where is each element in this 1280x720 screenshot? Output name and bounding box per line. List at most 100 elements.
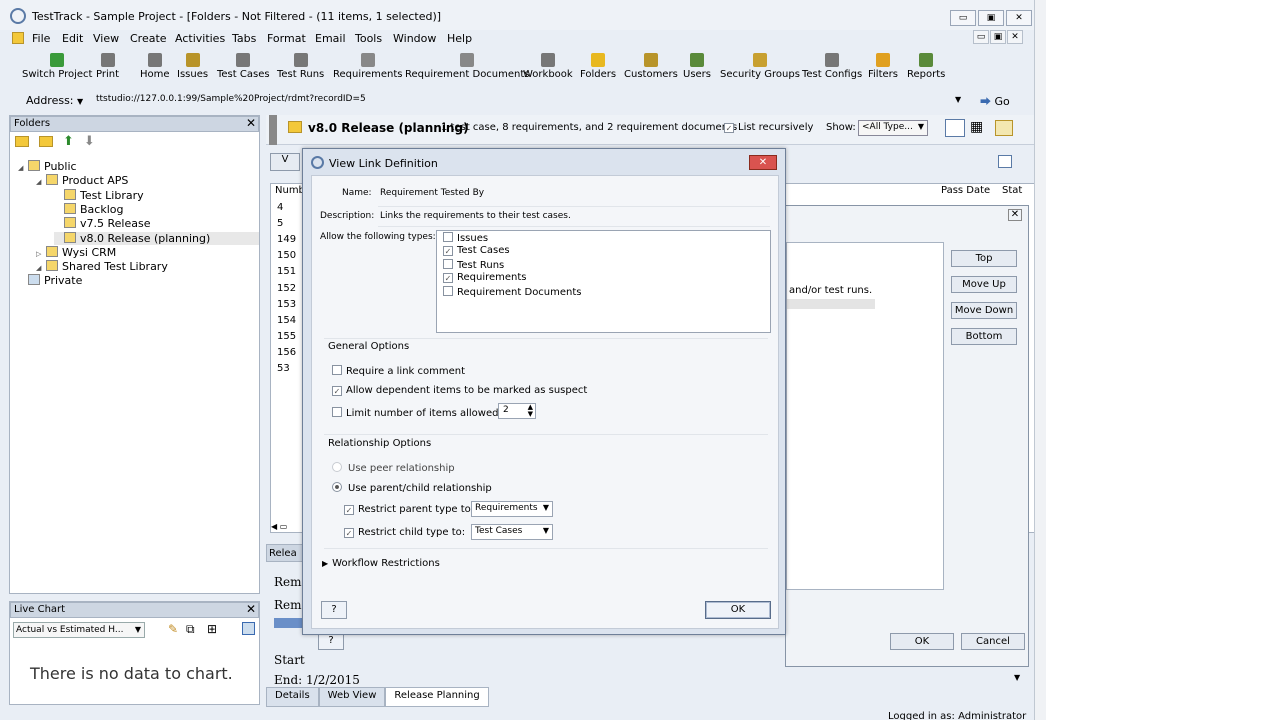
edit-chart-icon[interactable]: ✎ [168,622,178,636]
menu-format[interactable]: Format [267,32,306,45]
column-header-pass-date[interactable]: Pass Date [941,185,990,196]
folder-tree-item[interactable]: ◢ Public [18,160,77,173]
table-row-number[interactable]: 156 [277,347,296,358]
table-row-number[interactable]: 5 [277,218,283,229]
restrict-child-checkbox[interactable]: ✓ Restrict child type to: [344,527,465,538]
tab-web-view[interactable]: Web View [318,687,386,707]
table-row-number[interactable]: 149 [277,234,296,245]
menu-edit[interactable]: Edit [62,32,83,45]
toolbar-filters-button[interactable]: Filters [868,50,898,80]
bg-ok-button[interactable]: OK [890,633,954,650]
menu-create[interactable]: Create [130,32,167,45]
folder-tree-item[interactable]: Private [18,274,82,287]
limit-items-spinner[interactable]: 2 ▲ ▼ [498,403,536,419]
folder-options-icon[interactable] [39,136,53,147]
toolbar-security-groups-button[interactable]: Security Groups [720,50,800,80]
type-checkbox-issues[interactable]: Issues [443,232,488,244]
detail-view-icon[interactable] [995,120,1013,136]
menu-window[interactable]: Window [393,32,436,45]
toolbar-users-button[interactable]: Users [683,50,711,80]
expander-icon[interactable]: ◢ [36,264,46,272]
bottom-button[interactable]: Bottom [951,328,1017,345]
folder-tree-item[interactable]: Test Library [54,188,144,202]
require-link-comment-checkbox[interactable]: Require a link comment [332,365,465,377]
toolbar-switch-project-button[interactable]: Switch Project [22,50,92,80]
folder-tree-item[interactable]: Backlog [54,202,123,216]
restrict-parent-checkbox[interactable]: ✓ Restrict parent type to: [344,504,474,515]
move-up-arrow-icon[interactable]: ⬆ [63,135,74,148]
list-view-icon[interactable] [945,119,965,137]
limit-items-checkbox[interactable]: Limit number of items allowed to: [332,407,515,419]
splitter-handle[interactable] [269,115,277,145]
workflow-restrictions-expander[interactable]: ▶ Workflow Restrictions [322,558,440,569]
release-tab[interactable]: Relea [266,544,306,562]
folder-tree-item[interactable]: ▷ Wysi CRM [36,245,116,259]
move-down-arrow-icon[interactable]: ⬇ [84,135,95,148]
expander-icon[interactable]: ◢ [36,178,46,186]
maximize-button[interactable]: ▣ [978,10,1004,26]
go-button[interactable]: ⮕ Go [980,93,1010,109]
menu-activities[interactable]: Activities [175,32,225,45]
chart-options-icon[interactable]: ⊞ [207,622,217,636]
menu-email[interactable]: Email [315,32,346,45]
folders-close-icon[interactable]: ✕ [246,116,256,130]
type-checkbox-requirements[interactable]: ✓ Requirements [443,272,527,284]
toolbar-test-runs-button[interactable]: Test Runs [277,50,324,80]
view-button[interactable]: V [270,153,300,171]
expander-icon[interactable]: ▷ [36,250,46,258]
scroll-left-icon[interactable]: ◀ ▭ [271,522,301,534]
menu-tools[interactable]: Tools [355,32,382,45]
bg-help-button[interactable]: ? [318,634,344,650]
type-checkbox-test-cases[interactable]: ✓ Test Cases [443,245,510,257]
restrict-child-select[interactable]: Test Cases ▼ [471,524,553,540]
table-row-number[interactable]: 151 [277,266,296,277]
toolbar-workbook-button[interactable]: Workbook [523,50,573,80]
toolbar-test-configs-button[interactable]: Test Configs [802,50,862,80]
chart-type-select[interactable]: Actual vs Estimated H... ▼ [13,622,145,638]
toolbar-reports-button[interactable]: Reports [907,50,945,80]
close-button[interactable]: ✕ [1006,10,1032,26]
table-row-number[interactable]: 152 [277,283,296,294]
move-down-button[interactable]: Move Down [951,302,1017,319]
column-header-status[interactable]: Stat [1002,185,1022,196]
type-checkbox-test-runs[interactable]: Test Runs [443,258,504,271]
menu-file[interactable]: File [32,32,50,45]
restrict-parent-select[interactable]: Requirements ▼ [471,501,553,517]
table-row-number[interactable]: 150 [277,250,296,261]
live-chart-close-icon[interactable]: ✕ [246,602,256,616]
menu-help[interactable]: Help [447,32,472,45]
peer-relationship-radio[interactable]: Use peer relationship [332,462,455,474]
dialog-ok-button[interactable]: OK [705,601,771,619]
dialog-close-button[interactable]: ✕ [749,155,777,170]
chart-export-icon[interactable] [242,622,255,635]
list-recursively-checkbox[interactable]: ✓ List recursively [724,122,813,133]
menu-view[interactable]: View [93,32,119,45]
table-row-number[interactable]: 4 [277,202,283,213]
column-header-number[interactable]: Numb [275,185,305,196]
bg-cancel-button[interactable]: Cancel [961,633,1025,650]
toolbar-folders-button[interactable]: Folders [580,50,616,80]
toolbar-requirements-button[interactable]: Requirements [333,50,403,80]
menu-tabs[interactable]: Tabs [232,32,256,45]
dialog-help-button[interactable]: ? [321,601,347,619]
toolbar-requirement-documents-button[interactable]: Requirement Documents [405,50,530,80]
parent-child-relationship-radio[interactable]: Use parent/child relationship [332,482,492,494]
folder-tree-item[interactable]: v7.5 Release [54,217,150,230]
table-row-number[interactable]: 153 [277,299,296,310]
tab-release-planning[interactable]: Release Planning [385,687,489,707]
type-checkbox-requirement-documents[interactable]: Requirement Documents [443,285,582,298]
copy-chart-icon[interactable]: ⧉ [186,622,195,637]
mdi-minimize-button[interactable]: ▭ [973,30,989,44]
mdi-close-button[interactable]: ✕ [1007,30,1023,44]
top-button[interactable]: Top [951,250,1017,267]
toolbar-test-cases-button[interactable]: Test Cases [217,50,270,80]
folder-tree-item[interactable]: ◢ Shared Test Library [36,260,168,273]
table-row-number[interactable]: 53 [277,363,290,374]
end-date-dropdown-icon[interactable]: ▼ [1014,673,1020,682]
table-row-number[interactable]: 155 [277,331,296,342]
grid-view-icon[interactable]: ▦ [970,119,988,137]
allow-suspect-checkbox[interactable]: ✓ Allow dependent items to be marked as s… [332,385,587,396]
mdi-restore-button[interactable]: ▣ [990,30,1006,44]
folder-tree-item[interactable]: ◢ Product APS [36,174,128,187]
minimize-button[interactable]: ▭ [950,10,976,26]
